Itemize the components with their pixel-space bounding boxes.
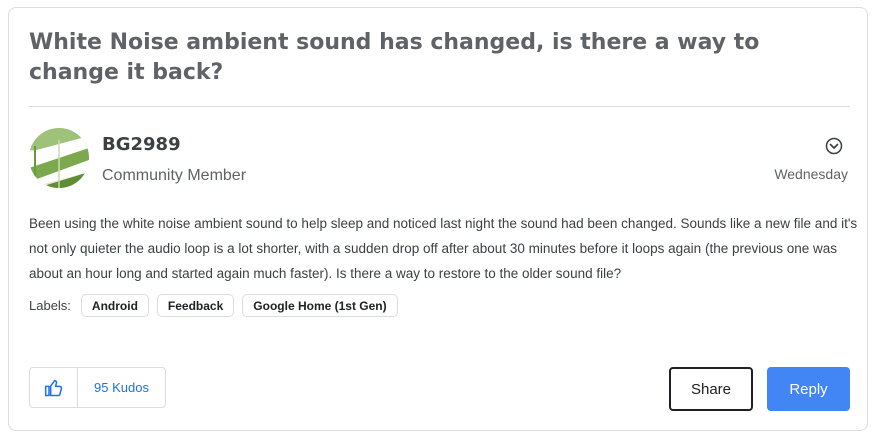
kudo-button[interactable] [30,368,78,407]
labels-row: Labels: Android Feedback Google Home (1s… [29,293,398,318]
label-chip-android[interactable]: Android [80,294,149,317]
post-title: White Noise ambient sound has changed, i… [29,30,760,85]
kudos-widget: 95 Kudos [29,367,166,408]
avatar-image [29,128,89,188]
thumbs-up-icon [44,379,62,396]
author-role: Community Member [102,167,247,184]
label-chip-feedback[interactable]: Feedback [156,294,235,317]
labels-caption: Labels: [29,298,71,313]
reply-button[interactable]: Reply [767,367,850,411]
post-card: White Noise ambient sound has changed, i… [8,7,868,431]
author-username[interactable]: BG2989 [102,134,181,155]
post-date: Wednesday [774,166,848,182]
chevron-down-circle-icon[interactable] [825,137,843,155]
label-chip-google-home[interactable]: Google Home (1st Gen) [242,294,398,317]
post-body: Been using the white noise ambient sound… [29,216,858,281]
kudos-count-link[interactable]: 95 Kudos [78,380,165,395]
title-divider [29,106,850,107]
share-button[interactable]: Share [669,367,753,411]
author-avatar[interactable] [29,128,89,188]
